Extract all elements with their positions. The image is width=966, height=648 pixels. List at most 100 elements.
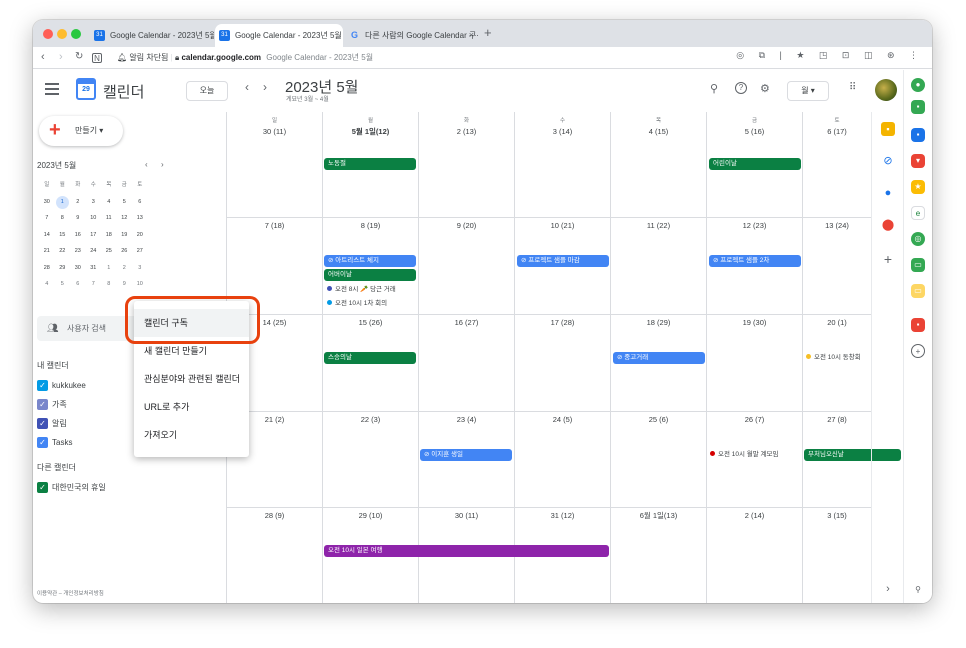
- mini-day[interactable]: 7: [86, 277, 102, 294]
- mini-day[interactable]: 28: [39, 261, 55, 278]
- account-avatar[interactable]: [875, 79, 897, 101]
- day-cell[interactable]: 26 (7): [707, 412, 803, 508]
- event-chip[interactable]: 어린이날: [709, 158, 801, 170]
- timed-event[interactable]: 오전 10시 1차 회의: [327, 298, 387, 309]
- mini-day[interactable]: 26: [117, 244, 133, 261]
- mini-prev-icon[interactable]: ‹: [145, 160, 148, 169]
- day-cell[interactable]: 3 (15): [803, 508, 872, 603]
- event-chip[interactable]: 어버이날: [324, 269, 416, 281]
- extension-red-icon[interactable]: ▪: [911, 318, 925, 332]
- keep-icon[interactable]: ▪: [881, 122, 895, 136]
- mini-day[interactable]: 24: [86, 244, 102, 261]
- next-month-icon[interactable]: ›: [263, 80, 267, 94]
- extension-edge-icon[interactable]: e: [911, 206, 925, 220]
- mini-day[interactable]: 30: [70, 261, 86, 278]
- calendar-item-kukkukee[interactable]: ✓ kukkukee: [37, 380, 86, 394]
- settings-gear-icon[interactable]: ⚙: [760, 82, 770, 95]
- mini-day[interactable]: 7: [39, 211, 55, 228]
- checkbox-checked-icon[interactable]: ✓: [37, 437, 48, 448]
- extension-chat-icon[interactable]: ▪: [911, 100, 925, 114]
- calendar-item-alarm[interactable]: ✓ 알림: [37, 418, 67, 432]
- mini-day[interactable]: 5: [117, 195, 133, 212]
- day-cell[interactable]: 일 30 (11): [227, 112, 323, 218]
- calendar-item-family[interactable]: ✓ 가족: [37, 399, 67, 413]
- footer-links[interactable]: 이용약관 – 개인정보처리방침: [37, 589, 104, 597]
- timed-event[interactable]: 오전 10시 동창회: [806, 352, 861, 363]
- maps-icon[interactable]: ⬤: [881, 218, 895, 232]
- mini-day[interactable]: 19: [117, 228, 133, 245]
- event-chip[interactable]: ⊘ 아트리스트 체지: [324, 255, 416, 267]
- pin-icon[interactable]: ⚲: [911, 583, 925, 597]
- timed-event[interactable]: 오전 8시 🥕 당근 거래: [327, 284, 396, 295]
- extension-green-icon[interactable]: ●: [911, 78, 925, 92]
- tab-other-calendar[interactable]: G 다른 사람의 Google Calendar 구· ×: [345, 24, 479, 47]
- main-menu-icon[interactable]: [45, 83, 59, 95]
- mini-day[interactable]: 16: [70, 228, 86, 245]
- maximize-window-icon[interactable]: [71, 29, 81, 39]
- mini-day[interactable]: 22: [55, 244, 71, 261]
- day-cell[interactable]: 목 4 (15): [611, 112, 707, 218]
- minimize-window-icon[interactable]: [57, 29, 67, 39]
- browser-toolbar-icons[interactable]: ◎ ⧉ | ★ ◳ ⊡ ◫ ⊛ ⋮: [736, 50, 924, 61]
- view-selector[interactable]: 월 ▾: [787, 81, 829, 101]
- back-icon[interactable]: ‹: [41, 50, 45, 64]
- day-cell[interactable]: 16 (27): [419, 315, 515, 412]
- event-chip[interactable]: ⊘ 프로젝트 샘플 마감: [517, 255, 609, 267]
- day-cell[interactable]: 13 (24): [803, 218, 872, 315]
- mini-day[interactable]: 23: [70, 244, 86, 261]
- day-cell[interactable]: 화 2 (13): [419, 112, 515, 218]
- contacts-icon[interactable]: ●: [881, 186, 895, 200]
- url-field[interactable]: 🔔︎ 알림 차단됨 | 🔒︎ calendar.google.com Googl…: [117, 50, 837, 66]
- day-cell[interactable]: 2 (14): [707, 508, 803, 603]
- menu-item-from-url[interactable]: URL로 추가: [134, 393, 249, 421]
- day-cell[interactable]: 20 (1): [803, 315, 872, 412]
- mini-day[interactable]: 14: [39, 228, 55, 245]
- mini-next-icon[interactable]: ›: [161, 160, 164, 169]
- day-cell[interactable]: 25 (6): [611, 412, 707, 508]
- reload-icon[interactable]: ↻: [75, 50, 83, 64]
- mini-day-selected[interactable]: 1: [55, 195, 69, 209]
- mini-day[interactable]: 9: [117, 277, 133, 294]
- help-icon[interactable]: ?: [735, 82, 747, 94]
- extension-blue-icon[interactable]: ▪: [911, 128, 925, 142]
- event-chip[interactable]: 오전 10시 일본 여행: [324, 545, 609, 557]
- day-cell[interactable]: 토 6 (17): [803, 112, 872, 218]
- add-extension-icon[interactable]: +: [911, 344, 925, 358]
- mini-day[interactable]: 1: [101, 261, 117, 278]
- timed-event[interactable]: 오전 10시 월말 계모임: [710, 449, 779, 460]
- mini-day[interactable]: 15: [55, 228, 71, 245]
- menu-item-interesting-calendars[interactable]: 관심분야와 관련된 캘린더: [134, 365, 249, 393]
- mini-day[interactable]: 8: [55, 211, 71, 228]
- tab-calendar-2[interactable]: 31 Google Calendar - 2023년 5월: [215, 24, 343, 47]
- mini-day[interactable]: 27: [132, 244, 148, 261]
- mini-day[interactable]: 4: [101, 195, 117, 212]
- extension-circle-icon[interactable]: ◎: [911, 232, 925, 246]
- mini-day[interactable]: 5: [55, 277, 71, 294]
- checkbox-checked-icon[interactable]: ✓: [37, 380, 48, 391]
- menu-item-import[interactable]: 가져오기: [134, 421, 249, 449]
- event-chip[interactable]: ⊘ 이지훈 생일: [420, 449, 512, 461]
- create-button[interactable]: + 만들기 ▾: [39, 116, 123, 146]
- mini-day[interactable]: 20: [132, 228, 148, 245]
- calendar-item-holidays[interactable]: ✓ 대한민국의 휴일: [37, 482, 106, 496]
- forward-icon[interactable]: ›: [59, 50, 63, 64]
- mini-day[interactable]: 30: [39, 195, 55, 212]
- new-tab-button[interactable]: +: [484, 26, 492, 40]
- checkbox-checked-icon[interactable]: ✓: [37, 418, 48, 429]
- mini-day[interactable]: 21: [39, 244, 55, 261]
- mini-day[interactable]: 9: [70, 211, 86, 228]
- day-cell[interactable]: 28 (9): [227, 508, 323, 603]
- day-cell[interactable]: 19 (30): [707, 315, 803, 412]
- event-chip[interactable]: 스승의날: [324, 352, 416, 364]
- extension-pocket-icon[interactable]: ▾: [911, 154, 925, 168]
- mini-day[interactable]: 10: [86, 211, 102, 228]
- mini-day[interactable]: 31: [86, 261, 102, 278]
- expand-panel-icon[interactable]: ›: [881, 582, 895, 596]
- prev-month-icon[interactable]: ‹: [245, 80, 249, 94]
- event-chip[interactable]: ⊘ 중고거래: [613, 352, 705, 364]
- mini-day[interactable]: 4: [39, 277, 55, 294]
- extension-talk-icon[interactable]: ▭: [911, 258, 925, 272]
- mini-day[interactable]: 3: [132, 261, 148, 278]
- add-addon-icon[interactable]: +: [881, 252, 895, 266]
- extension-note-icon[interactable]: ▭: [911, 284, 925, 298]
